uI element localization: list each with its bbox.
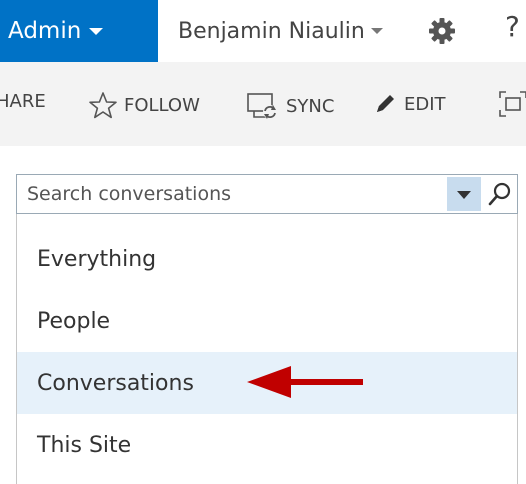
scope-option-this-site[interactable]: This Site [17,414,517,476]
sync-label: SYNC [286,95,335,117]
help-button[interactable]: ? [505,10,520,43]
scope-option-people[interactable]: People [17,290,517,352]
focus-on-content-icon[interactable] [498,90,526,118]
scope-option-label: This Site [37,432,132,458]
search-input[interactable] [17,175,457,213]
search-box [16,174,518,214]
suite-bar: Admin Benjamin Niaulin ? [0,0,526,62]
share-label: HARE [0,91,46,112]
edit-label: EDIT [404,93,446,115]
scope-option-everything[interactable]: Everything [17,228,517,290]
scope-option-label: People [37,308,111,334]
annotation-arrow-icon [247,366,363,398]
sync-button[interactable]: SYNC [246,91,334,121]
scope-option-label: Conversations [37,370,194,396]
star-icon [89,92,117,119]
search-scope-menu: Everything People Conversations This Sit… [16,214,518,484]
user-menu-button[interactable]: Benjamin Niaulin [178,0,383,62]
scope-option-label: Everything [37,246,157,272]
chevron-down-icon [89,27,104,35]
follow-button[interactable]: FOLLOW [88,91,200,119]
sync-icon [247,93,277,119]
chevron-down-icon [457,191,471,199]
action-bar: HARE FOLLOW SYNC EDIT [0,62,526,146]
search-icon[interactable] [485,177,515,211]
admin-menu-label: Admin [8,18,82,44]
admin-menu-button[interactable]: Admin [0,0,158,62]
edit-button[interactable]: EDIT [372,91,446,117]
user-name: Benjamin Niaulin [178,18,365,44]
share-button[interactable]: HARE [0,91,46,112]
pencil-icon [377,95,394,112]
follow-label: FOLLOW [124,94,200,116]
gear-icon[interactable] [428,17,456,45]
search-scope-dropdown-button[interactable] [447,177,481,211]
chevron-down-icon [370,28,383,34]
